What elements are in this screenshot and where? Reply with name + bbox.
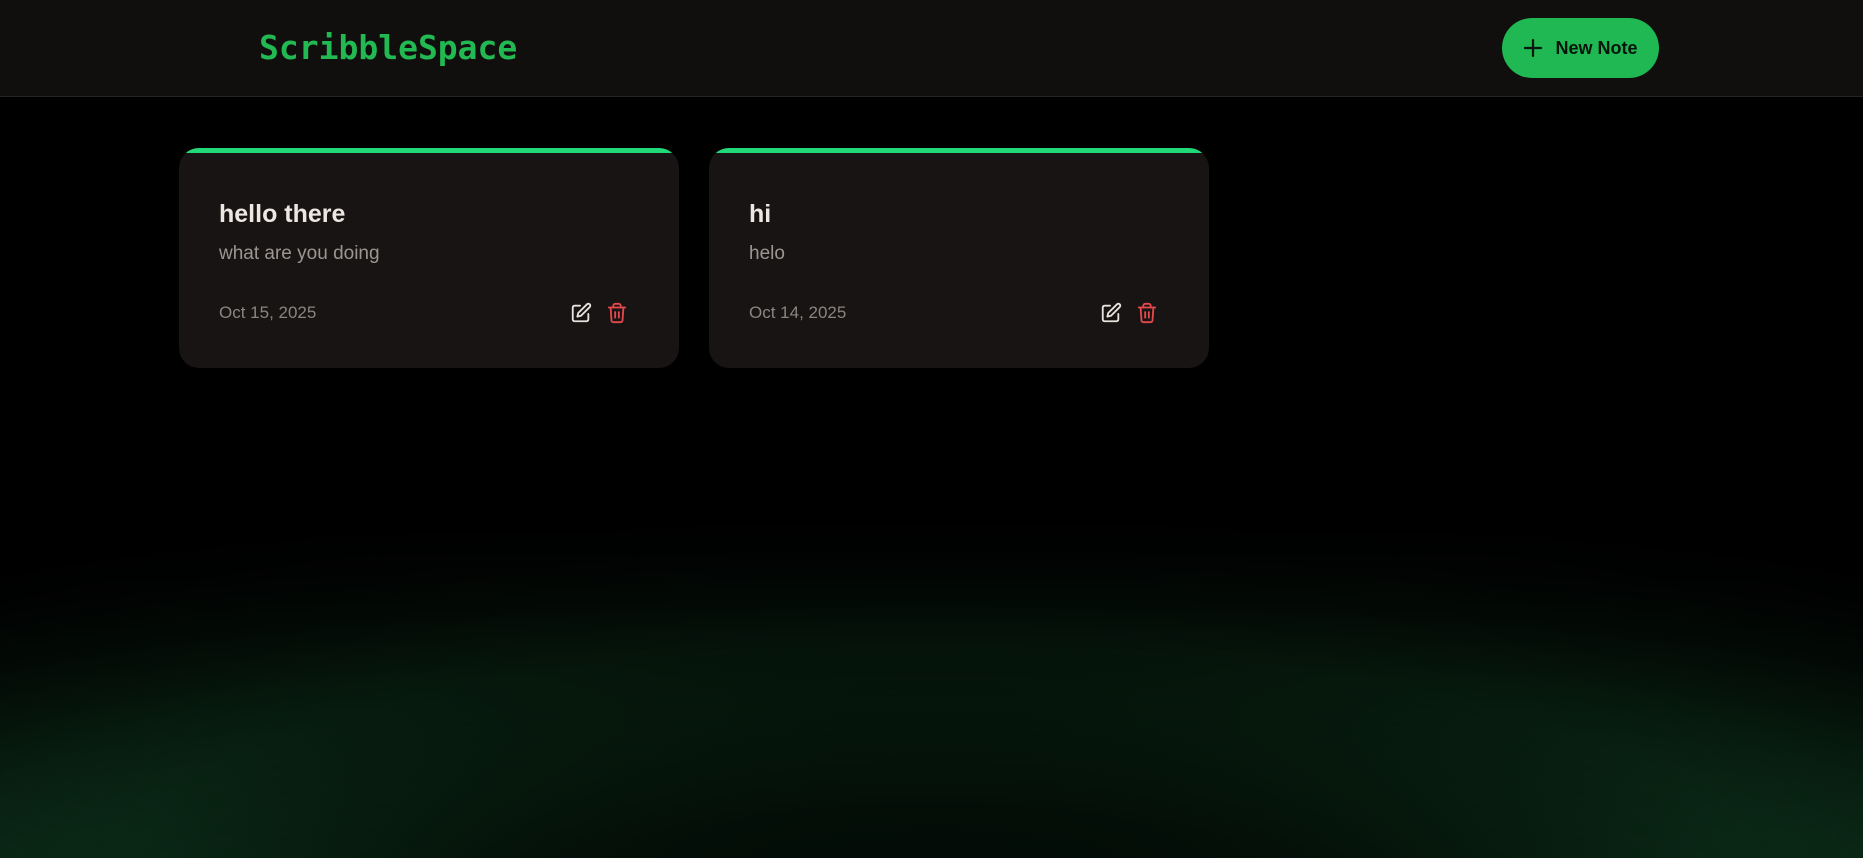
background-glow <box>0 0 1863 858</box>
note-card-accent-bar <box>709 148 1209 153</box>
trash-icon[interactable] <box>606 302 628 324</box>
app-header: ScribbleSpace New Note <box>0 0 1863 97</box>
note-body: what are you doing <box>219 243 380 264</box>
note-date: Oct 15, 2025 <box>219 303 317 322</box>
app-logo[interactable]: ScribbleSpace <box>259 26 517 70</box>
trash-icon[interactable] <box>1136 302 1158 324</box>
new-note-label: New Note <box>1555 37 1638 58</box>
note-date: Oct 14, 2025 <box>749 303 847 322</box>
note-body: helo <box>749 243 785 264</box>
new-note-button[interactable]: New Note <box>1502 18 1659 78</box>
plus-icon <box>1524 38 1543 58</box>
note-title: hi <box>749 200 772 228</box>
note-card[interactable]: hello there what are you doing Oct 15, 2… <box>179 148 679 368</box>
note-card-accent-bar <box>179 148 679 153</box>
edit-icon[interactable] <box>1100 302 1122 324</box>
edit-icon[interactable] <box>570 302 592 324</box>
note-card[interactable]: hi helo Oct 14, 2025 <box>709 148 1209 368</box>
note-title: hello there <box>219 200 346 228</box>
background-glow-shade <box>0 0 1863 858</box>
